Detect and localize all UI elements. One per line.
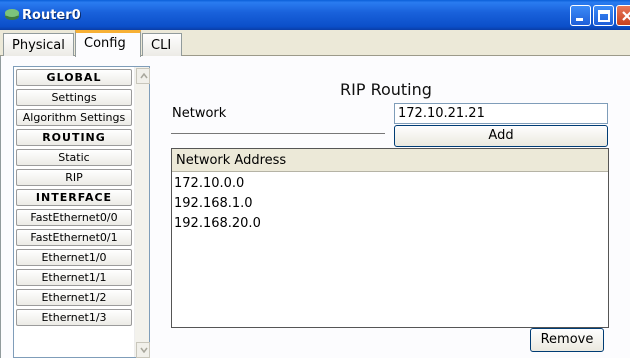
scroll-down-button[interactable] (136, 342, 150, 358)
scroll-up-button[interactable] (136, 68, 150, 84)
network-address-row[interactable]: 172.10.0.0 (174, 176, 244, 191)
config-nav-list: GLOBAL Settings Algorithm Settings ROUTI… (13, 66, 150, 358)
separator-line (171, 133, 385, 134)
remove-button[interactable]: Remove (530, 328, 604, 352)
nav-item-ethernet1-0[interactable]: Ethernet1/0 (16, 249, 132, 266)
nav-item-fastethernet0-1[interactable]: FastEthernet0/1 (16, 229, 132, 246)
nav-item-fastethernet0-0[interactable]: FastEthernet0/0 (16, 209, 132, 226)
tab-config[interactable]: Config (75, 30, 141, 57)
nav-item-ethernet1-2[interactable]: Ethernet1/2 (16, 289, 132, 306)
tab-physical[interactable]: Physical (3, 33, 74, 56)
nav-header-global: GLOBAL (16, 69, 132, 86)
nav-item-ethernet1-3[interactable]: Ethernet1/3 (16, 309, 132, 326)
window-title: Router0 (22, 8, 81, 23)
nav-header-interface: INTERFACE (16, 189, 132, 206)
nav-item-algorithm-settings[interactable]: Algorithm Settings (16, 109, 132, 126)
close-button[interactable] (616, 5, 630, 26)
rip-routing-title: RIP Routing (340, 80, 432, 99)
maximize-icon (598, 10, 610, 22)
close-icon (622, 11, 630, 21)
tab-cli[interactable]: CLI (142, 33, 182, 56)
nav-header-routing: ROUTING (16, 129, 132, 146)
nav-item-rip[interactable]: RIP (16, 169, 132, 186)
network-address-header: Network Address (172, 149, 608, 172)
chevron-up-icon (140, 73, 148, 79)
network-address-row[interactable]: 192.168.20.0 (174, 216, 261, 231)
network-address-table[interactable]: Network Address 172.10.0.0 192.168.1.0 1… (171, 148, 609, 328)
network-address-row[interactable]: 192.168.1.0 (174, 196, 253, 211)
minimize-icon (576, 18, 583, 21)
add-button[interactable]: Add (394, 125, 608, 147)
nav-item-ethernet1-1[interactable]: Ethernet1/1 (16, 269, 132, 286)
network-input[interactable] (394, 103, 608, 124)
maximize-button[interactable] (593, 5, 614, 26)
router-app-icon (5, 9, 19, 20)
nav-scrollbar[interactable] (134, 67, 150, 358)
chevron-down-icon (140, 347, 148, 353)
nav-item-settings[interactable]: Settings (16, 89, 132, 106)
nav-item-static[interactable]: Static (16, 149, 132, 166)
minimize-button[interactable] (570, 5, 591, 26)
tab-strip: Physical Config CLI (0, 30, 630, 57)
title-bar[interactable]: Router0 (0, 0, 630, 30)
network-label: Network (172, 106, 227, 121)
